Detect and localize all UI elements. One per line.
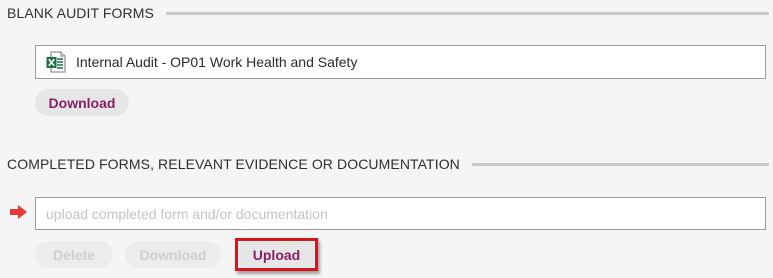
blank-form-file-name: Internal Audit - OP01 Work Health and Sa… [76, 54, 358, 70]
blank-form-file-item[interactable]: Internal Audit - OP01 Work Health and Sa… [35, 45, 766, 79]
blank-audit-forms-title: BLANK AUDIT FORMS [7, 5, 154, 21]
upload-documentation-input[interactable] [35, 197, 766, 230]
section-divider [165, 11, 769, 15]
delete-button[interactable]: Delete [35, 241, 113, 268]
section-divider [471, 162, 769, 166]
completed-forms-section-heading: COMPLETED FORMS, RELEVANT EVIDENCE OR DO… [7, 156, 769, 172]
blank-audit-forms-section-heading: BLANK AUDIT FORMS [7, 5, 769, 21]
upload-button[interactable]: Upload [239, 242, 314, 267]
excel-file-icon [46, 51, 66, 73]
arrow-right-icon [9, 204, 29, 220]
completed-forms-title: COMPLETED FORMS, RELEVANT EVIDENCE OR DO… [7, 156, 460, 172]
download-blank-form-button[interactable]: Download [35, 89, 129, 116]
download-completed-form-button[interactable]: Download [125, 241, 221, 268]
